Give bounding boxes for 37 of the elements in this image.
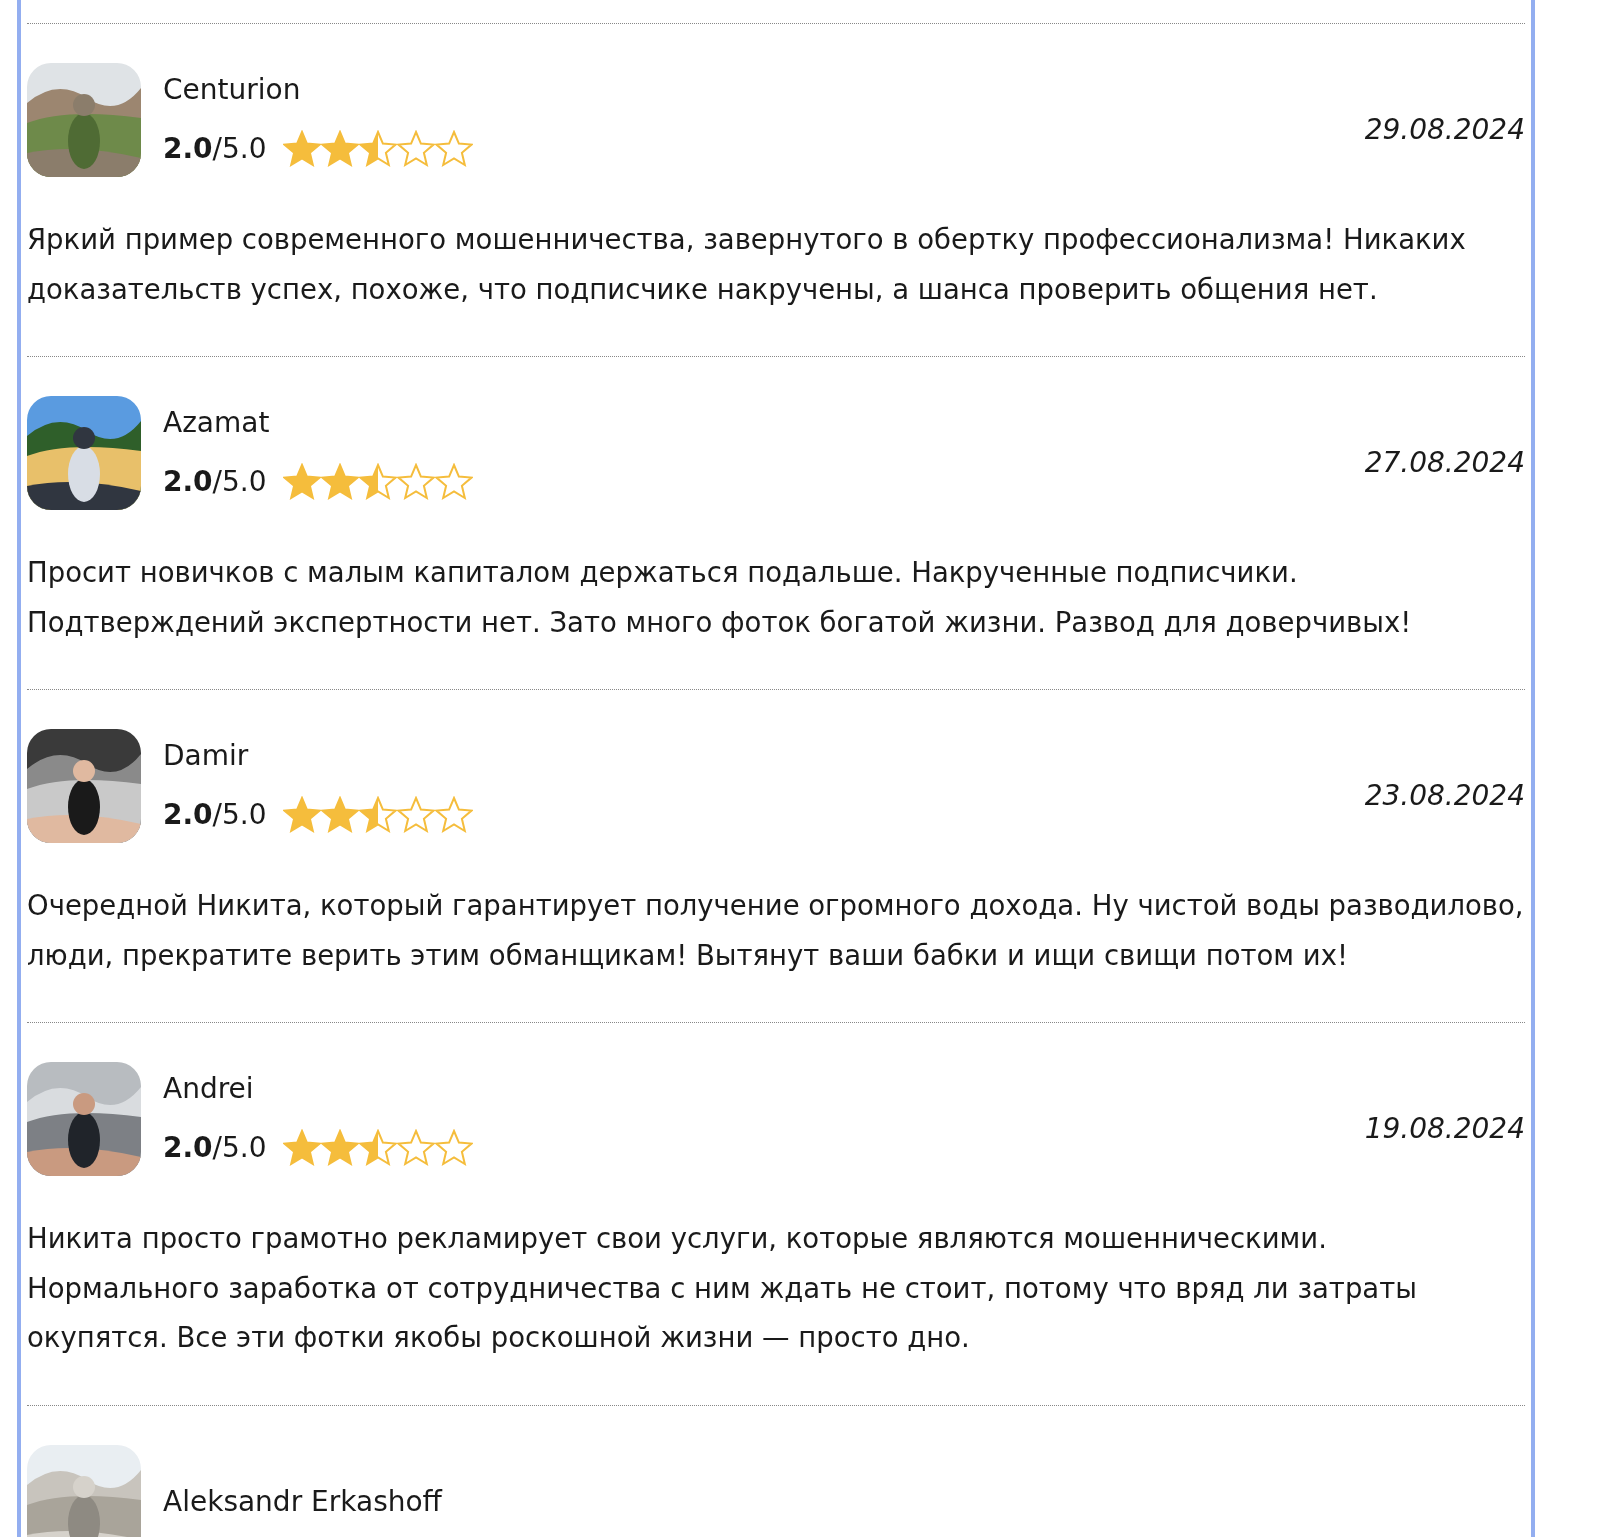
review-text: Яркий пример современного мошенничества, завернутого в обертку профессионализма! Никаких доказательств успех, похоже, что подписчике накручены, а шанса проверить общения нет. — [27, 222, 1467, 307]
star-icon — [434, 796, 473, 834]
reviewer-name: Centurion — [163, 72, 302, 108]
star-icon — [434, 463, 473, 501]
star-icon — [282, 1129, 321, 1167]
star-icon — [358, 1129, 397, 1167]
star-icon — [434, 130, 473, 168]
star-icon — [358, 463, 397, 501]
rating-score: 2.0/5.0 — [163, 464, 267, 500]
star-icon — [358, 796, 397, 834]
reviewer-name: Azamat — [163, 405, 271, 441]
rating-score: 2.0/5.0 — [163, 1130, 267, 1166]
reviewer-name: Damir — [163, 738, 250, 774]
star-icon — [396, 463, 435, 501]
review-date: 27.08.2024 — [1364, 445, 1525, 479]
star-icon — [320, 796, 359, 834]
reviewer-name: Andrei — [163, 1071, 255, 1107]
reviewer-name: Aleksandr Erkashoff — [163, 1483, 444, 1520]
star-icon — [358, 130, 397, 168]
star-icon — [282, 796, 321, 834]
review-date: 23.08.2024 — [1364, 778, 1525, 812]
star-icon — [320, 1129, 359, 1167]
star-icon — [396, 130, 435, 168]
star-icon — [320, 130, 359, 168]
rating-score: 2.0/5.0 — [163, 797, 267, 833]
review-date: 29.08.2024 — [1364, 112, 1525, 146]
star-icon — [282, 130, 321, 168]
review-date: 19.08.2024 — [1364, 1111, 1525, 1145]
star-icon — [396, 796, 435, 834]
star-icon — [434, 1129, 473, 1167]
star-icon — [282, 463, 321, 501]
review-text: Очередной Никита, который гарантирует получение огромного дохода. Ну чистой воды разводилово, люди, прекратите верить этим обманщикам! Вытянут ваши бабки и ищи свищи потом их! — [27, 888, 1525, 973]
star-icon — [396, 1129, 435, 1167]
star-icon — [320, 463, 359, 501]
review-text: Никита просто грамотно рекламирует свои услуги, которые являются мошенническими. Нормального заработка от сотрудничества с ним ждать не стоит, потому что вряд ли затраты окупятся. Все эти фотки якобы роскошной жизни — просто дно. — [27, 1221, 1418, 1355]
rating-score: 2.0/5.0 — [163, 131, 267, 167]
review-text: Просит новичков с малым капиталом держаться подальше. Накрученные подписчики. Подтверждений экспертности нет. Зато много фоток богатой жизни. Развод для доверчивых! — [27, 555, 1413, 640]
